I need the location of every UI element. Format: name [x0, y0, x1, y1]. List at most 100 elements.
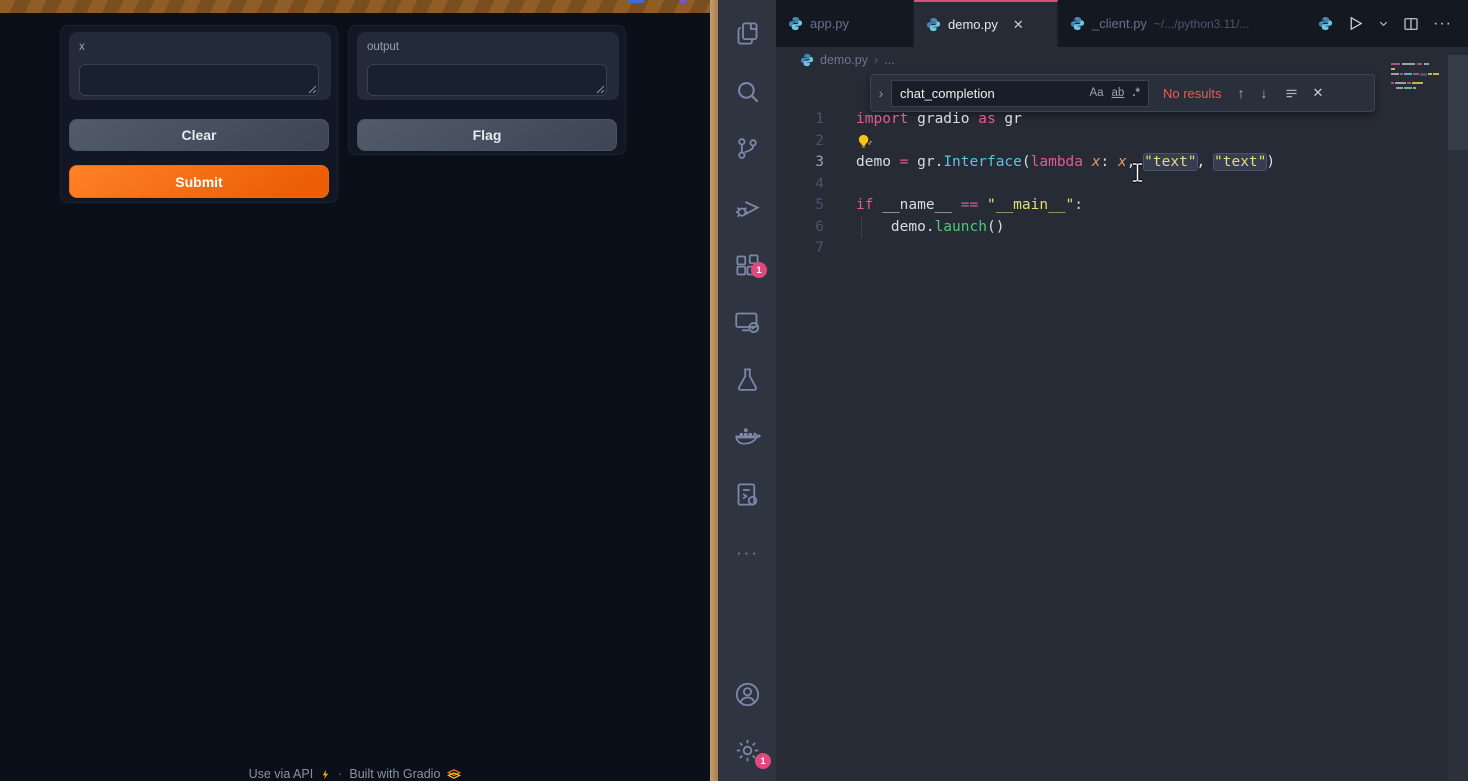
- input-column-panel: x Clear Submit: [60, 25, 338, 203]
- find-previous-icon[interactable]: ↑: [1238, 85, 1245, 101]
- screenshot-root: x Clear Submit output: [0, 0, 1468, 781]
- input-textbox-block: x: [69, 32, 331, 100]
- api-bolt-icon: [320, 769, 331, 780]
- line-number: 1: [776, 109, 824, 131]
- more-views-icon[interactable]: ···: [734, 543, 761, 570]
- account-icon[interactable]: [734, 681, 761, 708]
- built-with-gradio-link[interactable]: Built with Gradio: [349, 767, 440, 781]
- activity-bar: 1 ··· 1: [718, 0, 776, 781]
- line-number: 3: [776, 152, 824, 174]
- breadcrumb[interactable]: demo.py › ...: [776, 47, 1468, 72]
- run-dropdown-chevron-icon[interactable]: [1378, 18, 1389, 29]
- search-icon[interactable]: [734, 78, 761, 105]
- indent-guide: [861, 216, 862, 238]
- output-label: output: [367, 41, 399, 53]
- gradio-app-pane: x Clear Submit output: [0, 0, 710, 781]
- remote-explorer-icon[interactable]: [734, 309, 761, 336]
- code-text: demo = gr.Interface(lambda x: x, "text",…: [856, 152, 1275, 174]
- python-file-icon: [926, 17, 941, 32]
- line-number: 7: [776, 238, 824, 260]
- find-input[interactable]: [892, 86, 1089, 101]
- line-number: 2: [776, 131, 824, 153]
- settings-badge: 1: [755, 753, 771, 769]
- code-line[interactable]: 7: [776, 238, 1436, 260]
- testing-flask-icon[interactable]: [734, 366, 761, 393]
- scrollbar-thumb[interactable]: [1448, 55, 1468, 150]
- find-input-wrap: Aa ab .*: [891, 80, 1149, 107]
- code-lines[interactable]: 1import gradio as gr23 demo = gr.Interfac…: [776, 109, 1436, 260]
- find-results-label: No results: [1163, 86, 1222, 101]
- line-number: 5: [776, 195, 824, 217]
- extensions-badge: 1: [751, 262, 767, 278]
- resize-grip-icon[interactable]: [596, 85, 605, 94]
- editor-tab-bar: app.py demo.py ✕ _client.py ~/.../python…: [776, 0, 1468, 47]
- regex-icon[interactable]: .*: [1132, 87, 1140, 99]
- tab-close-icon[interactable]: ✕: [1013, 17, 1024, 33]
- flag-button-label: Flag: [473, 127, 502, 143]
- submit-button-label: Submit: [175, 174, 222, 190]
- browser-loading-stripe: [0, 0, 710, 13]
- breadcrumb-chevron-icon: ›: [874, 52, 878, 67]
- python-file-icon: [1070, 16, 1085, 31]
- docker-icon[interactable]: [734, 424, 761, 451]
- clear-button-label: Clear: [181, 127, 216, 143]
- code-line[interactable]: 2: [776, 131, 1436, 153]
- editor-scrollbar[interactable]: [1448, 55, 1468, 781]
- code-line[interactable]: 1import gradio as gr: [776, 109, 1436, 131]
- input-label: x: [79, 41, 85, 53]
- code-action-lightbulb-icon[interactable]: [856, 133, 873, 150]
- explorer-icon[interactable]: [734, 20, 761, 47]
- code-line[interactable]: 5 if __name__ == "__main__":: [776, 195, 1436, 217]
- split-editor-icon[interactable]: [1403, 16, 1419, 32]
- run-file-icon[interactable]: [1347, 15, 1364, 32]
- find-in-selection-icon[interactable]: [1284, 86, 1299, 101]
- find-widget: › Aa ab .* No results ↑ ↓ ✕: [870, 74, 1375, 112]
- more-views-glyph: ···: [736, 543, 759, 562]
- input-textarea[interactable]: [79, 64, 319, 96]
- whole-word-icon[interactable]: ab: [1112, 87, 1125, 99]
- use-via-api-link[interactable]: Use via API: [249, 767, 314, 781]
- task-runner-icon[interactable]: [734, 481, 761, 508]
- match-case-icon[interactable]: Aa: [1089, 87, 1103, 99]
- line-number: 4: [776, 174, 824, 196]
- tab-label: demo.py: [948, 17, 998, 32]
- vscode-editor-group: app.py demo.py ✕ _client.py ~/.../python…: [776, 0, 1468, 781]
- submit-button[interactable]: Submit: [69, 165, 329, 198]
- source-control-icon[interactable]: [734, 135, 761, 162]
- code-editor[interactable]: › Aa ab .* No results ↑ ↓ ✕ 1import grad…: [776, 72, 1468, 781]
- pane-divider-sash[interactable]: [710, 0, 718, 781]
- tab-client-py[interactable]: _client.py ~/.../python3.11/...: [1058, 0, 1310, 47]
- line-number: 6: [776, 217, 824, 239]
- python-file-icon: [800, 53, 814, 67]
- minimap[interactable]: [1388, 58, 1446, 110]
- find-replace-toggle-icon[interactable]: ›: [871, 75, 891, 111]
- code-line[interactable]: 4: [776, 174, 1436, 196]
- mouse-ibeam-cursor: [1131, 162, 1144, 183]
- clear-button[interactable]: Clear: [69, 119, 329, 151]
- tab-app-py[interactable]: app.py: [776, 0, 914, 47]
- output-textarea[interactable]: [367, 64, 607, 96]
- tab-label: _client.py: [1092, 16, 1147, 31]
- code-line[interactable]: 3 demo = gr.Interface(lambda x: x, "text"…: [776, 152, 1436, 174]
- run-debug-icon[interactable]: [734, 193, 761, 220]
- output-textbox-block: output: [357, 32, 619, 100]
- flag-button[interactable]: Flag: [357, 119, 617, 151]
- gradio-footer: Use via API · Built with Gradio: [0, 767, 710, 781]
- chevron-right-icon: ›: [879, 85, 884, 101]
- breadcrumb-more[interactable]: ...: [884, 53, 894, 67]
- browser-chrome-fragment: [628, 0, 644, 3]
- breadcrumb-file[interactable]: demo.py: [820, 53, 868, 67]
- python-run-icon[interactable]: [1318, 16, 1333, 31]
- python-file-icon: [788, 16, 803, 31]
- tab-description: ~/.../python3.11/...: [1154, 17, 1250, 31]
- code-text: if __name__ == "__main__":: [856, 195, 1083, 217]
- code-line[interactable]: 6 demo.launch(): [776, 217, 1436, 239]
- tab-demo-py[interactable]: demo.py ✕: [914, 0, 1058, 47]
- editor-actions: ···: [1302, 0, 1468, 47]
- resize-grip-icon[interactable]: [308, 85, 317, 94]
- find-next-icon[interactable]: ↓: [1261, 85, 1268, 101]
- editor-more-actions-icon[interactable]: ···: [1433, 15, 1452, 33]
- gradio-logo-icon: [447, 768, 461, 780]
- footer-separator: ·: [338, 767, 342, 781]
- find-close-icon[interactable]: ✕: [1313, 85, 1324, 101]
